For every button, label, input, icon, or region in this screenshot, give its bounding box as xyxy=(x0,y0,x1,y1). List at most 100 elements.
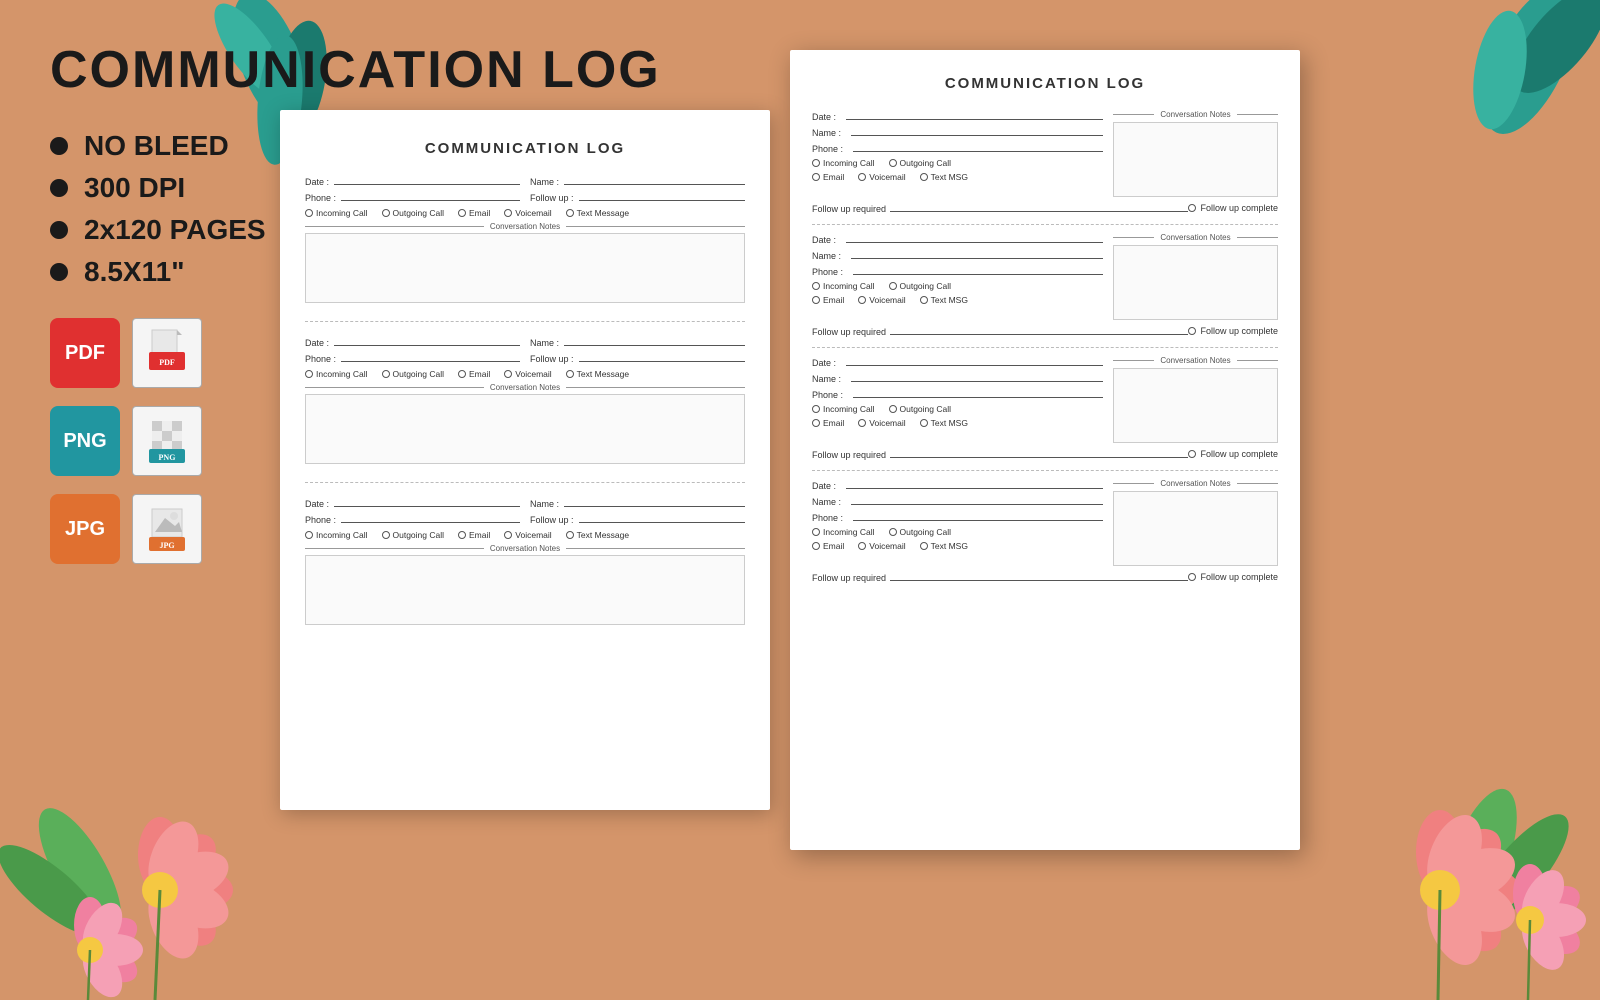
paper-front: COMMUNICATION LOG Date : Name : Phone : xyxy=(790,50,1300,850)
radio-incoming-3: Incoming Call xyxy=(305,530,368,540)
r3-date-label: Date : xyxy=(812,358,836,368)
r1-followup-req-label: Follow up required xyxy=(812,204,886,214)
radio-outgoing-3: Outgoing Call xyxy=(382,530,445,540)
r4-radio-outgoing: Outgoing Call xyxy=(889,527,952,537)
phone-line-2 xyxy=(341,352,520,362)
name-line-2 xyxy=(564,336,745,346)
bottom-right-flowers xyxy=(1260,660,1600,1000)
bullet-icon xyxy=(50,179,68,197)
teal-leaf-top-right xyxy=(1380,0,1600,200)
r2-followup-complete-label: Follow up complete xyxy=(1200,326,1278,336)
r4-radio-voicemail: Voicemail xyxy=(858,541,905,551)
r4-date-label: Date : xyxy=(812,481,836,491)
r1-radio-email: Email xyxy=(812,172,844,182)
radio-textmsg-2: Text Message xyxy=(566,369,629,379)
radio-voicemail-2: Voicemail xyxy=(504,369,551,379)
radio-email-2: Email xyxy=(458,369,490,379)
r1-conv-notes-label: Conversation Notes xyxy=(1154,110,1236,119)
jpg-badge: JPG xyxy=(50,494,120,564)
name-label-1: Name : xyxy=(530,177,559,187)
phone-label-1: Phone : xyxy=(305,193,336,203)
radio-email-3: Email xyxy=(458,530,490,540)
form-entry-3: Date : Name : Phone : Follow up : Incomi… xyxy=(305,497,745,643)
r1-conv-notes-box xyxy=(1113,122,1278,197)
r3-name-label: Name : xyxy=(812,374,841,384)
jpg-preview: JPG xyxy=(132,494,202,564)
radio-email-1: Email xyxy=(458,208,490,218)
pdf-badge: PDF xyxy=(50,318,120,388)
phone-label-2: Phone : xyxy=(305,354,336,364)
r4-followup-req-label: Follow up required xyxy=(812,573,886,583)
r2-phone-label: Phone : xyxy=(812,267,843,277)
front-paper-title: COMMUNICATION LOG xyxy=(812,75,1278,92)
r2-name-label: Name : xyxy=(812,251,841,261)
radio-textmsg-3: Text Message xyxy=(566,530,629,540)
radio-outgoing-2: Outgoing Call xyxy=(382,369,445,379)
phone-line-3 xyxy=(341,513,520,523)
conv-notes-box-3 xyxy=(305,555,745,625)
r3-conv-notes-box xyxy=(1113,368,1278,443)
r4-radio-incoming: Incoming Call xyxy=(812,527,875,537)
followup-line-2 xyxy=(579,352,745,362)
png-badge: PNG xyxy=(50,406,120,476)
r2-radio-voicemail: Voicemail xyxy=(858,295,905,305)
r4-followup-complete-label: Follow up complete xyxy=(1200,572,1278,582)
phone-line-1 xyxy=(341,191,520,201)
followup-line-3 xyxy=(579,513,745,523)
page-title: COMMUNICATION LOG xyxy=(50,40,730,100)
r4-radio-email: Email xyxy=(812,541,844,551)
name-label-3: Name : xyxy=(530,499,559,509)
form-entry-1: Date : Name : Phone : Follow up : Incomi… xyxy=(305,175,745,322)
r4-phone-label: Phone : xyxy=(812,513,843,523)
r2-radio-email: Email xyxy=(812,295,844,305)
r1-radio-incoming: Incoming Call xyxy=(812,158,875,168)
radio-voicemail-1: Voicemail xyxy=(504,208,551,218)
r3-followup-complete-label: Follow up complete xyxy=(1200,449,1278,459)
png-preview: PNG xyxy=(132,406,202,476)
name-label-2: Name : xyxy=(530,338,559,348)
radio-textmsg-1: Text Message xyxy=(566,208,629,218)
r3-radio-email: Email xyxy=(812,418,844,428)
radio-incoming-2: Incoming Call xyxy=(305,369,368,379)
r3-radio-voicemail: Voicemail xyxy=(858,418,905,428)
r1-followup-complete-label: Follow up complete xyxy=(1200,203,1278,213)
conv-notes-box-2 xyxy=(305,394,745,464)
r4-conv-notes-box xyxy=(1113,491,1278,566)
r2-radio-incoming: Incoming Call xyxy=(812,281,875,291)
r1-radio-textmsg: Text MSG xyxy=(920,172,968,182)
form-entry-2: Date : Name : Phone : Follow up : Incomi… xyxy=(305,336,745,483)
r3-radio-textmsg: Text MSG xyxy=(920,418,968,428)
svg-text:JPG: JPG xyxy=(159,541,174,550)
r2-followup-req-label: Follow up required xyxy=(812,327,886,337)
back-paper-title: COMMUNICATION LOG xyxy=(305,140,745,157)
r3-phone-label: Phone : xyxy=(812,390,843,400)
r3-followup-req-label: Follow up required xyxy=(812,450,886,460)
r1-radio-outgoing: Outgoing Call xyxy=(889,158,952,168)
conv-notes-box-1 xyxy=(305,233,745,303)
date-line-1 xyxy=(334,175,520,185)
bullet-icon xyxy=(50,221,68,239)
paper-back: COMMUNICATION LOG Date : Name : Phone : … xyxy=(280,110,770,810)
r3-conv-notes-label: Conversation Notes xyxy=(1154,356,1236,365)
conv-notes-label-3: Conversation Notes xyxy=(484,544,566,553)
phone-label-3: Phone : xyxy=(305,515,336,525)
name-line-1 xyxy=(564,175,745,185)
svg-text:PNG: PNG xyxy=(159,453,176,462)
r2-radio-outgoing: Outgoing Call xyxy=(889,281,952,291)
date-line-2 xyxy=(334,336,520,346)
r2-date-label: Date : xyxy=(812,235,836,245)
r1-phone-label: Phone : xyxy=(812,144,843,154)
radio-incoming-1: Incoming Call xyxy=(305,208,368,218)
radio-outgoing-1: Outgoing Call xyxy=(382,208,445,218)
date-label-1: Date : xyxy=(305,177,329,187)
r2-radio-textmsg: Text MSG xyxy=(920,295,968,305)
bottom-left-flowers xyxy=(0,670,320,1000)
bullet-icon xyxy=(50,137,68,155)
conv-notes-label-1: Conversation Notes xyxy=(484,222,566,231)
r2-conv-notes-box xyxy=(1113,245,1278,320)
conv-notes-label-2: Conversation Notes xyxy=(484,383,566,392)
date-label-3: Date : xyxy=(305,499,329,509)
radio-voicemail-3: Voicemail xyxy=(504,530,551,540)
r3-radio-outgoing: Outgoing Call xyxy=(889,404,952,414)
bullet-icon xyxy=(50,263,68,281)
